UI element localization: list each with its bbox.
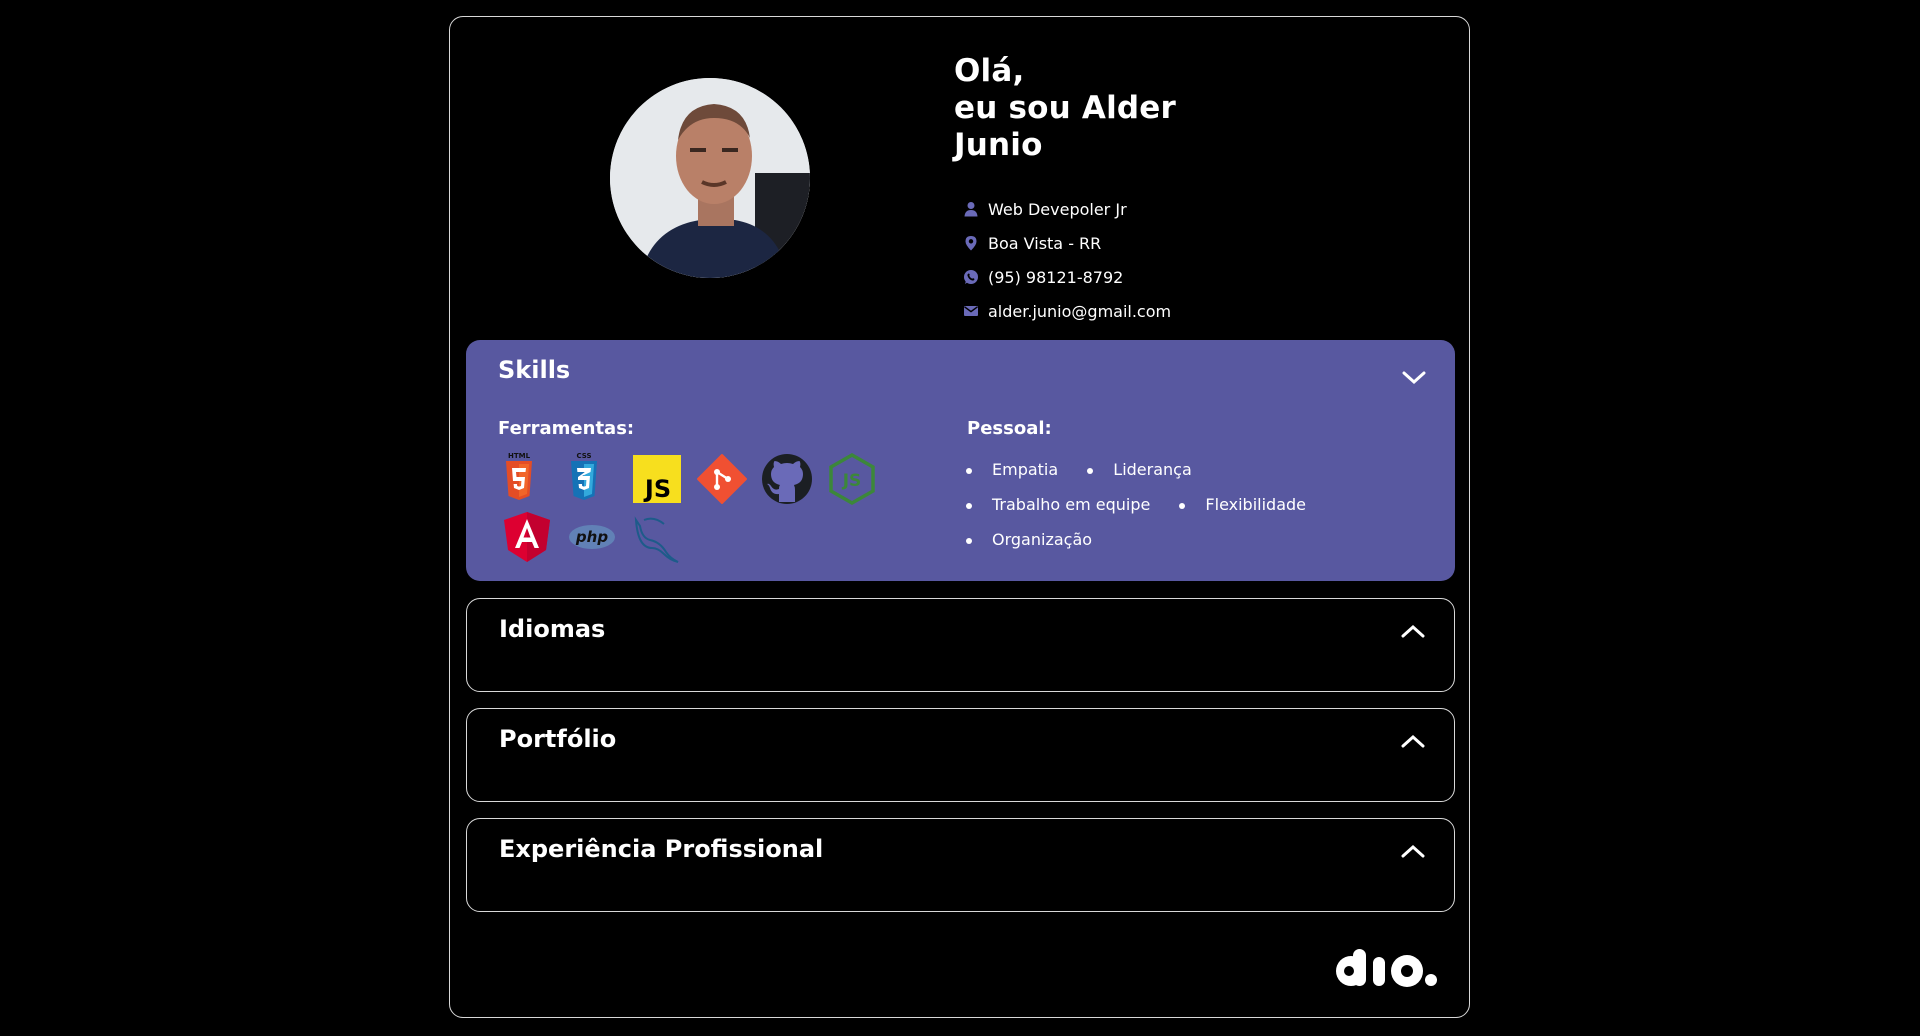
avatar: [610, 78, 810, 278]
list-item: Liderança: [1087, 460, 1192, 480]
person-icon: [962, 200, 980, 218]
chevron-up-icon[interactable]: [1400, 843, 1426, 859]
javascript-label: JS: [643, 475, 671, 503]
skills-title[interactable]: Skills: [498, 356, 570, 384]
list-item: Flexibilidade: [1179, 495, 1306, 515]
tools-title: Ferramentas:: [498, 418, 635, 439]
list-item: Organização: [966, 530, 1092, 550]
experience-title[interactable]: Experiência Profissional: [499, 835, 823, 863]
whatsapp-icon: [962, 268, 980, 286]
experience-section[interactable]: Experiência Profissional: [466, 818, 1455, 912]
greeting-heading: Olá, eu sou Alder Junio: [954, 53, 1176, 164]
greeting-line-3: Junio: [954, 127, 1043, 163]
chevron-down-icon[interactable]: [1401, 370, 1427, 386]
email-row[interactable]: alder.junio@gmail.com: [962, 294, 1171, 328]
portfolio-section[interactable]: Portfólio: [466, 708, 1455, 802]
phone-row[interactable]: (95) 98121-8792: [962, 260, 1171, 294]
nodejs-icon: JS: [823, 450, 881, 508]
html5-icon: HTML: [498, 450, 556, 508]
javascript-icon: JS: [628, 450, 686, 508]
phone-text[interactable]: (95) 98121-8792: [988, 268, 1123, 287]
git-icon: [693, 450, 751, 508]
email-icon: [962, 302, 980, 320]
html5-label: HTML: [508, 452, 531, 460]
php-icon: php: [563, 508, 621, 566]
dio-logo: [1335, 945, 1439, 991]
location-text: Boa Vista - RR: [988, 233, 1102, 253]
css3-label: CSS: [577, 452, 592, 460]
job-title-text: Web Devepoler Jr: [988, 199, 1127, 219]
skills-section: Skills Ferramentas: HTML CSS JS JS php P…: [466, 340, 1455, 581]
location-row: Boa Vista - RR: [962, 226, 1171, 260]
portfolio-title[interactable]: Portfólio: [499, 725, 616, 753]
contact-info: Web Devepoler Jr Boa Vista - RR (95) 981…: [962, 192, 1171, 328]
chevron-up-icon[interactable]: [1400, 623, 1426, 639]
personal-title: Pessoal:: [967, 418, 1052, 439]
svg-text:JS: JS: [842, 471, 862, 491]
greeting-line-1: Olá,: [954, 53, 1025, 89]
tools-list: HTML CSS JS JS php: [498, 450, 938, 566]
php-label: php: [575, 528, 608, 546]
list-item: Empatia: [966, 460, 1058, 480]
github-icon: [758, 450, 816, 508]
css3-icon: CSS: [563, 450, 621, 508]
languages-title[interactable]: Idiomas: [499, 615, 605, 643]
list-item: Trabalho em equipe: [966, 495, 1150, 515]
personal-skills-list: Empatia Liderança Trabalho em equipe Fle…: [966, 460, 1426, 565]
chevron-up-icon[interactable]: [1400, 733, 1426, 749]
email-text[interactable]: alder.junio@gmail.com: [988, 302, 1171, 321]
profile-card: Olá, eu sou Alder Junio Web Devepoler Jr…: [449, 16, 1470, 1018]
greeting-line-2: eu sou Alder: [954, 90, 1177, 126]
languages-section[interactable]: Idiomas: [466, 598, 1455, 692]
job-title-row: Web Devepoler Jr: [962, 192, 1171, 226]
location-pin-icon: [962, 234, 980, 252]
avatar-photo-icon: [610, 78, 810, 278]
angular-icon: [498, 508, 556, 566]
mysql-icon: [628, 508, 686, 566]
